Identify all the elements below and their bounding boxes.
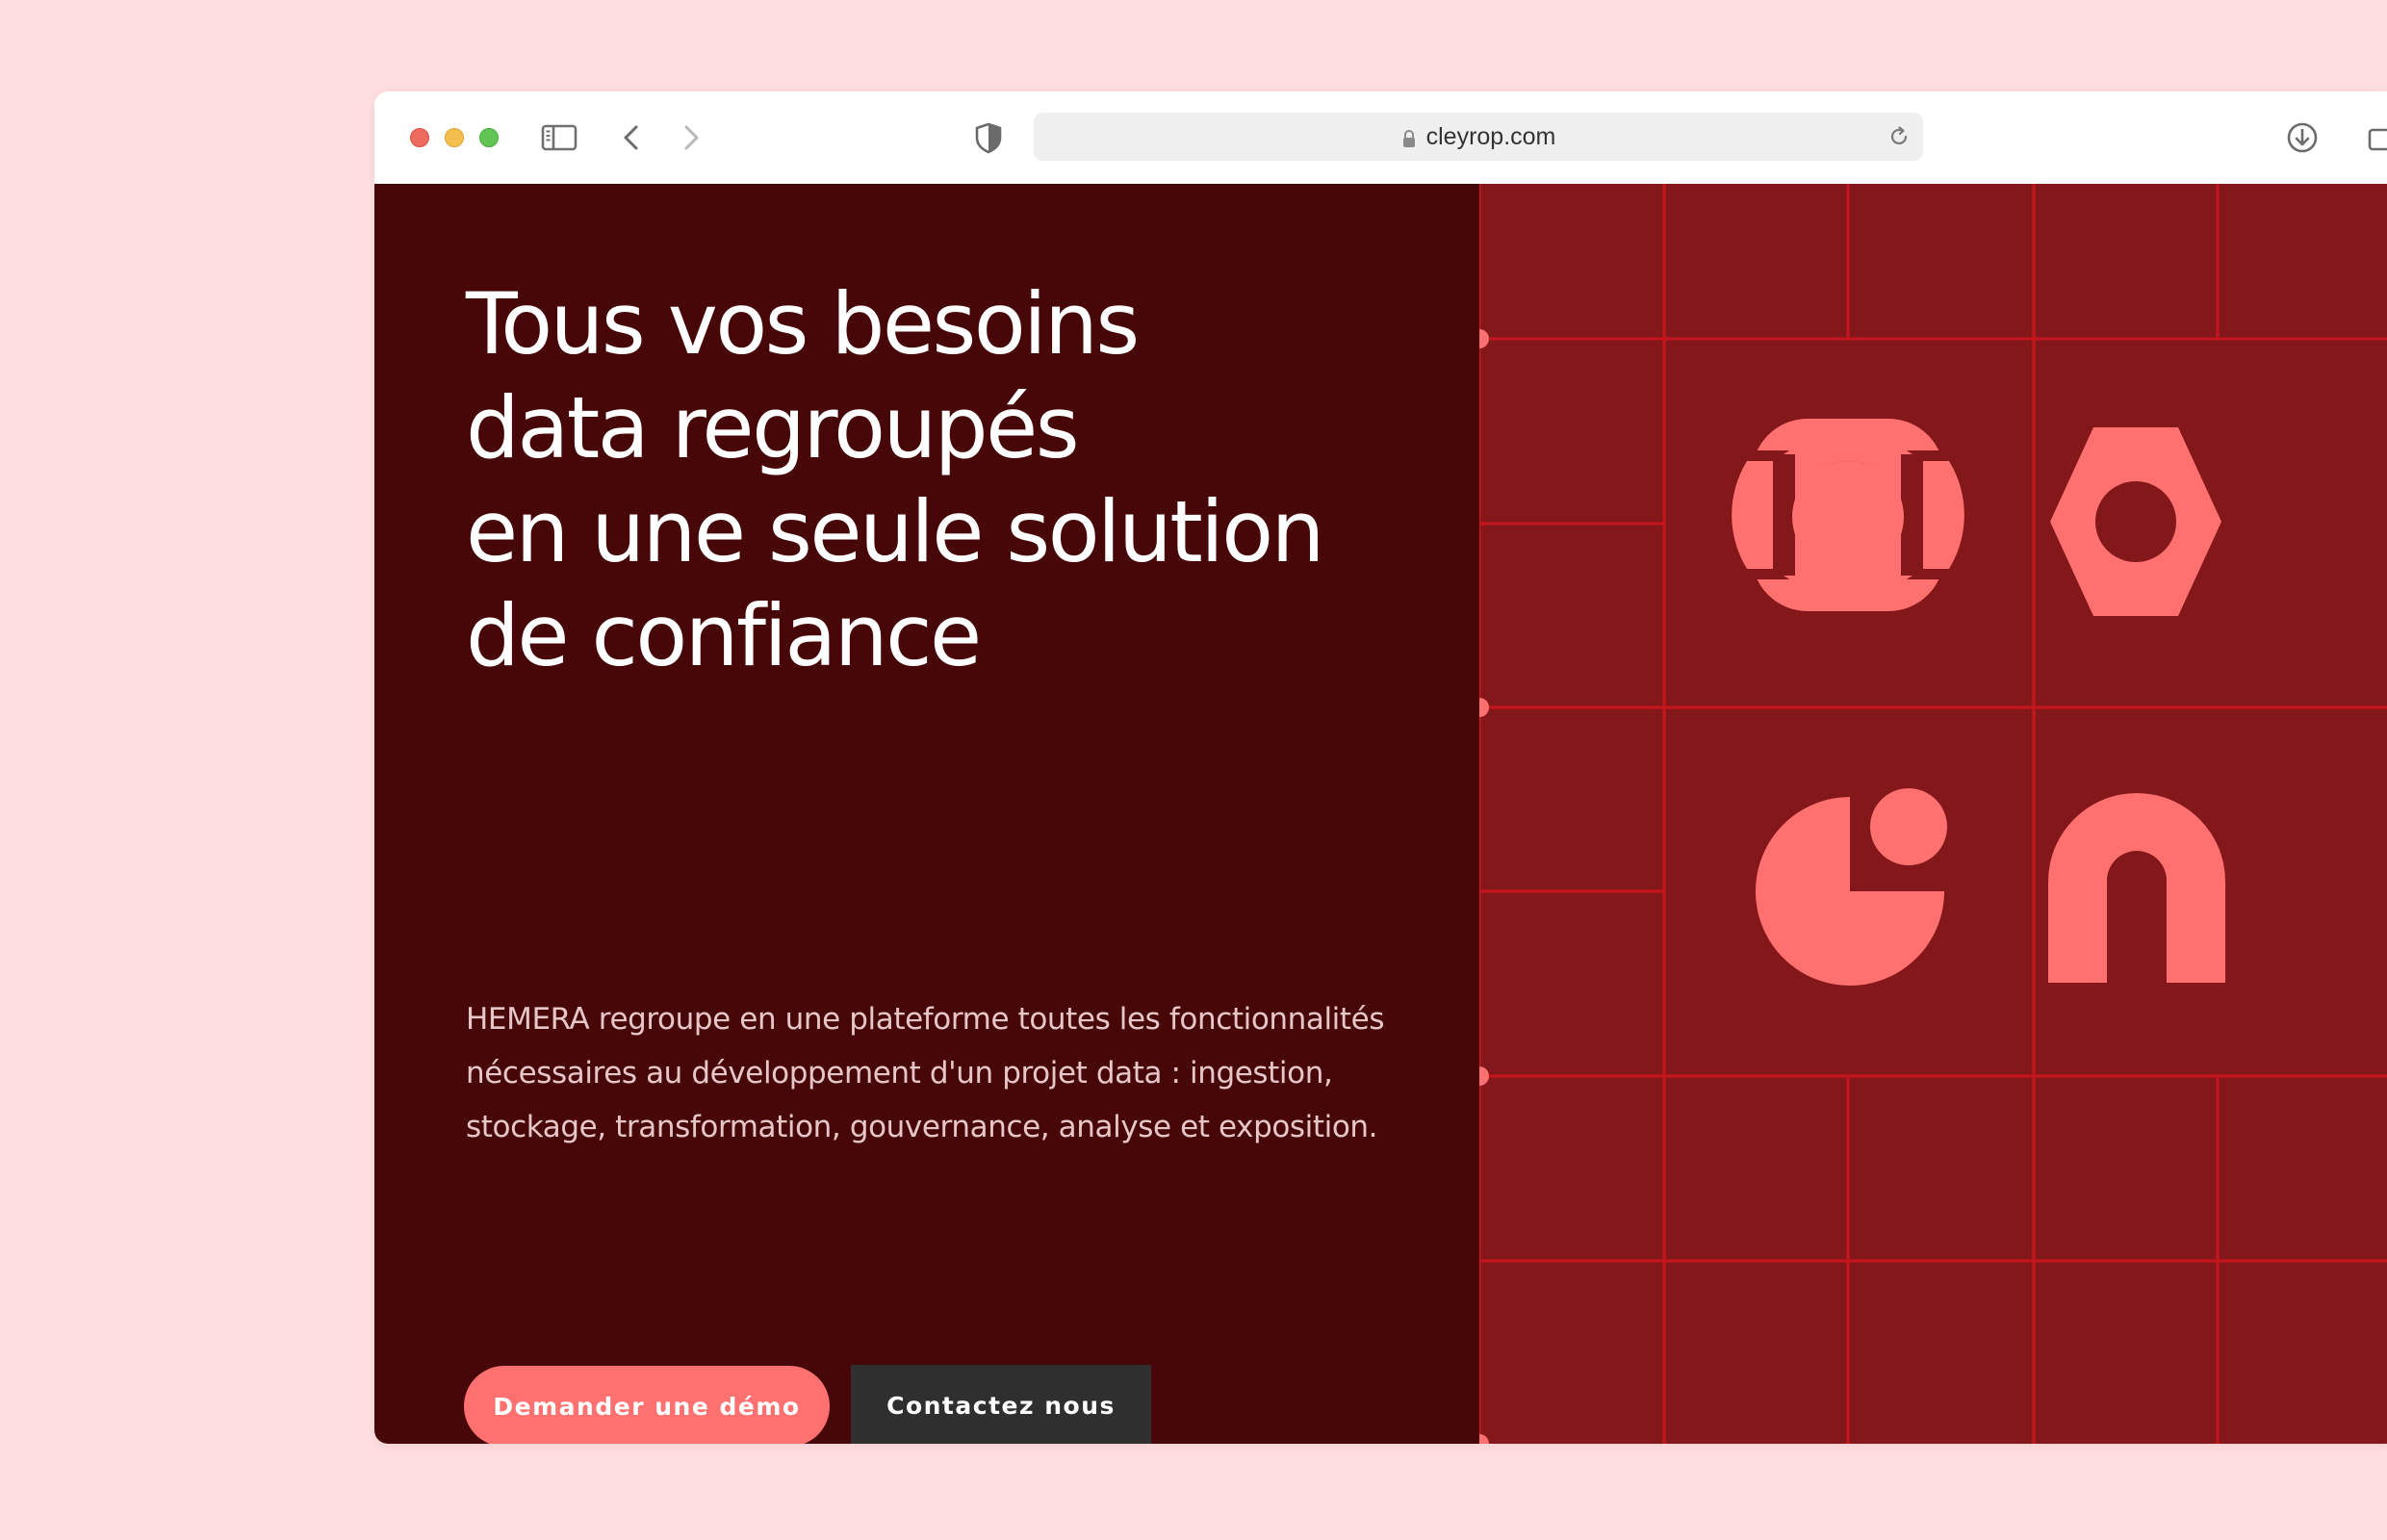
forward-icon[interactable] [671,118,709,157]
grid-node [1479,329,1489,348]
pie-with-dot-icon [1756,788,1947,986]
reload-icon[interactable] [1886,124,1912,149]
tabs-icon[interactable] [2367,118,2387,157]
grid-node [1479,1066,1489,1086]
contact-us-button[interactable]: Contactez nous [851,1365,1151,1444]
headline-line: en une seule solution [466,482,1324,581]
address-bar[interactable]: cleyrop.com [1034,113,1923,161]
back-icon[interactable] [613,118,652,157]
sidebar-icon[interactable] [540,118,578,157]
url-text: cleyrop.com [1425,122,1556,150]
headline-line: Tous vos besoins [466,274,1140,373]
close-window-button[interactable] [410,128,429,147]
grid-node [1479,698,1489,717]
headline-line: de confiance [466,586,982,685]
request-demo-button[interactable]: Demander une démo [464,1366,830,1444]
lock-icon [1401,127,1417,147]
hexagon-ring-icon [2050,427,2221,616]
grid-illustration [1479,184,2387,1444]
shield-icon[interactable] [969,118,1008,157]
hero-description: HEMERA regroupe en une plateforme toutes… [466,1002,1385,1144]
download-icon[interactable] [2283,118,2322,157]
browser-window: cleyrop.com Tous vos besoins data regrou… [374,91,2387,1444]
hero-section: Tous vos besoins data regroupés en une s… [374,184,1479,1444]
hero-headline: Tous vos besoins data regroupés en une s… [466,272,1467,688]
grid-node [1479,1434,1489,1444]
hero-graphic [1479,184,2387,1444]
headline-line: data regroupés [466,378,1080,477]
browser-toolbar: cleyrop.com [374,91,2387,185]
arch-icon [2048,793,2225,983]
minimize-window-button[interactable] [445,128,464,147]
zoom-window-button[interactable] [479,128,499,147]
